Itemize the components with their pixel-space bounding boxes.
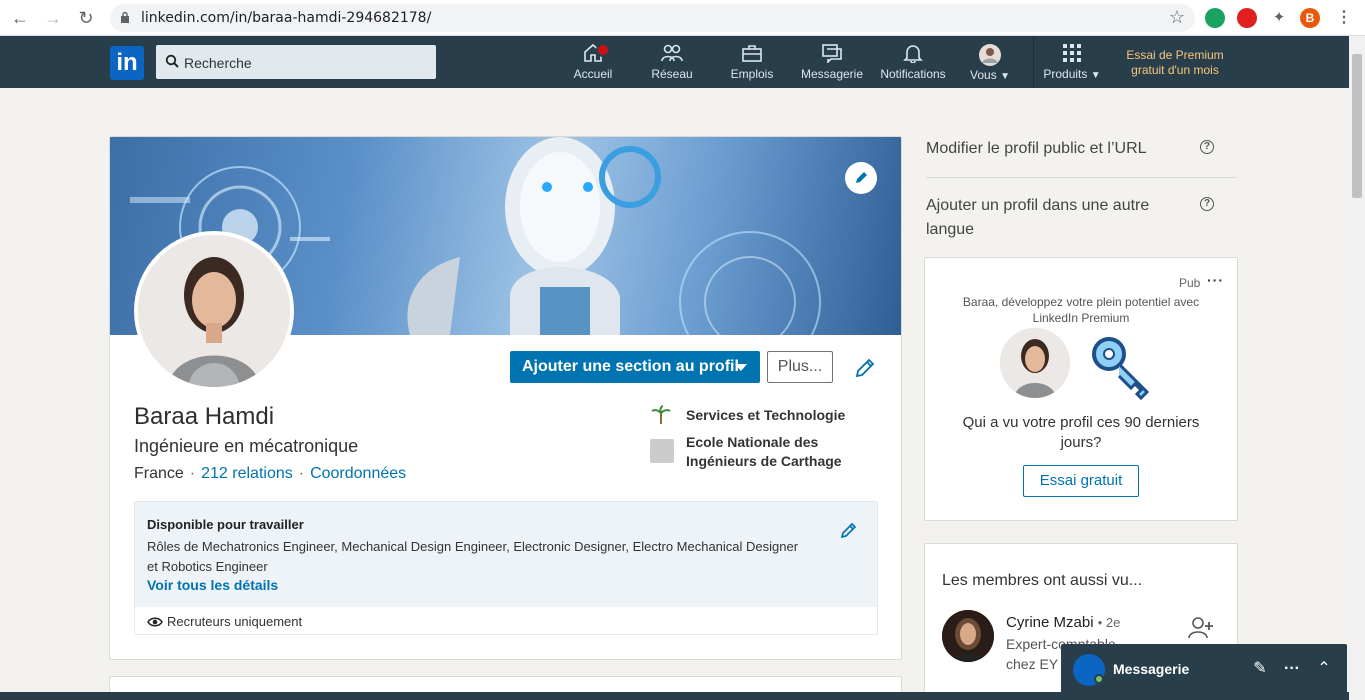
- school-name: Ecole Nationale des Ingénieurs de Cartha…: [686, 434, 842, 469]
- grid-icon: [1063, 44, 1081, 62]
- free-trial-button[interactable]: Essai gratuit: [1023, 465, 1139, 497]
- pencil-icon: [856, 172, 867, 183]
- chevron-up-icon[interactable]: ⌃: [1315, 660, 1333, 678]
- visibility-label: Recruteurs uniquement: [167, 614, 303, 629]
- extensions-puzzle-icon[interactable]: ✦: [1269, 8, 1289, 28]
- people-also-viewed-title: Les membres ont aussi vu...: [942, 572, 1143, 589]
- key-icon: [1092, 337, 1150, 400]
- bell-icon: [903, 45, 923, 63]
- nav-jobs[interactable]: Emplois: [727, 43, 777, 85]
- add-section-label: Ajouter une section au profil: [522, 358, 739, 375]
- edit-open-to-work-pencil-icon[interactable]: [839, 520, 859, 540]
- profile-photo-image: [138, 235, 290, 387]
- eye-icon: [147, 617, 163, 627]
- avatar-icon: [979, 44, 1001, 66]
- edit-public-profile-link[interactable]: Modifier le profil public et l’URL: [926, 137, 1147, 161]
- nav-notifications[interactable]: Notifications: [877, 43, 949, 85]
- nav-divider: [1033, 36, 1034, 88]
- edit-intro-pencil-icon[interactable]: [853, 356, 877, 380]
- profile-location: France: [134, 465, 184, 482]
- relations-link[interactable]: 212 relations: [201, 465, 293, 482]
- nav-notifications-label: Notifications: [880, 67, 946, 81]
- notification-badge: [596, 43, 610, 57]
- more-options-icon[interactable]: ···: [1207, 272, 1224, 288]
- edit-banner-button[interactable]: [845, 162, 877, 194]
- connection-degree: • 2e: [1097, 615, 1121, 630]
- open-to-work-header: Disponible pour travailler Rôles de Mech…: [135, 502, 877, 607]
- see-all-details-link[interactable]: Voir tous les détails: [147, 577, 278, 593]
- search-input[interactable]: Recherche: [156, 45, 436, 79]
- reload-icon[interactable]: ↻: [74, 6, 98, 30]
- nav-home-label: Accueil: [573, 67, 613, 81]
- nav-me[interactable]: Vous ▼: [964, 43, 1016, 85]
- visibility-row: Recruteurs uniquement: [147, 614, 302, 629]
- linkedin-logo[interactable]: in: [110, 46, 144, 80]
- nav-jobs-label: Emplois: [730, 67, 774, 81]
- ad-text: Baraa, développez votre plein potentiel …: [962, 295, 1200, 325]
- contact-info-link[interactable]: Coordonnées: [310, 465, 406, 482]
- extension-check-icon[interactable]: [1205, 8, 1225, 28]
- network-icon: [661, 44, 683, 62]
- nav-network-label: Réseau: [651, 67, 693, 81]
- company-name: Services et Technologie: [686, 407, 846, 423]
- nav-products[interactable]: Produits ▼: [1038, 43, 1106, 85]
- briefcase-icon: [742, 45, 762, 62]
- member-name-line[interactable]: Cyrine Mzabi • 2e: [1006, 614, 1120, 631]
- nav-network[interactable]: Réseau: [647, 43, 697, 85]
- premium-trial-link[interactable]: Essai de Premium gratuit d'un mois: [1122, 48, 1228, 78]
- add-section-button[interactable]: Ajouter une section au profil: [510, 351, 760, 383]
- help-icon[interactable]: ?: [1200, 140, 1214, 154]
- search-placeholder: Recherche: [184, 55, 252, 71]
- search-icon: [165, 54, 179, 68]
- member-name: Cyrine Mzabi: [1006, 614, 1094, 631]
- member-avatar[interactable]: [942, 610, 994, 662]
- forward-arrow-icon[interactable]: →: [41, 6, 65, 30]
- profile-headline: Ingénieure en mécatronique: [134, 436, 359, 456]
- nav-products-label: Produits ▼: [1043, 67, 1101, 81]
- back-arrow-icon[interactable]: ←: [8, 6, 32, 30]
- messaging-icon: [822, 44, 842, 63]
- school-logo-icon: [650, 439, 674, 463]
- open-to-work-description: Rôles de Mechatronics Engineer, Mechanic…: [147, 539, 799, 574]
- nav-messaging-label: Messagerie: [800, 67, 864, 81]
- nav-me-label: Vous ▼: [970, 68, 1010, 82]
- extension-shield-icon[interactable]: [1237, 8, 1257, 28]
- address-bar[interactable]: linkedin.com/in/baraa-hamdi-294682178/ ☆: [110, 4, 1195, 32]
- bookmark-star-icon[interactable]: ☆: [1169, 7, 1185, 28]
- compose-icon[interactable]: ✎: [1251, 660, 1269, 678]
- lock-icon: [121, 11, 129, 23]
- help-icon[interactable]: ?: [1200, 197, 1214, 211]
- palm-tree-logo-icon: [651, 405, 671, 424]
- rail-divider: [926, 177, 1237, 178]
- profile-photo[interactable]: [134, 231, 294, 391]
- ad-question: Qui a vu votre profil ces 90 derniers jo…: [962, 414, 1200, 451]
- linkedin-header: in Recherche Accueil Réseau Emplois Mess…: [0, 36, 1349, 88]
- online-status-dot: [1094, 674, 1104, 684]
- browser-menu-icon[interactable]: ⋮: [1334, 8, 1354, 28]
- nav-messaging[interactable]: Messagerie: [800, 43, 864, 85]
- profile-name: Baraa Hamdi: [134, 403, 275, 430]
- nav-home[interactable]: Accueil: [568, 43, 618, 85]
- browser-profile-avatar[interactable]: B: [1300, 8, 1320, 28]
- messaging-title: Messagerie: [1113, 661, 1190, 677]
- caret-down-icon: [735, 364, 747, 371]
- scrollbar-thumb[interactable]: [1352, 54, 1362, 198]
- taskbar-strip: [0, 692, 1349, 700]
- open-to-work-title: Disponible pour travailler: [147, 517, 304, 532]
- more-options-icon[interactable]: ···: [1283, 660, 1301, 678]
- profile-location-line: France · 212 relations · Coordonnées: [134, 465, 407, 482]
- ad-avatar: [1000, 328, 1070, 398]
- page-scrollbar[interactable]: [1349, 36, 1365, 700]
- ad-tag: Pub: [1179, 276, 1201, 290]
- url-text: linkedin.com/in/baraa-hamdi-294682178/: [141, 10, 432, 26]
- more-button[interactable]: Plus...: [767, 351, 833, 383]
- open-to-work-box: Disponible pour travailler Rôles de Mech…: [134, 501, 878, 635]
- add-language-profile-link[interactable]: Ajouter un profil dans une autre langue: [926, 194, 1186, 242]
- add-connection-icon[interactable]: [1188, 616, 1214, 640]
- premium-ad-card: Pub ··· Baraa, développez votre plein po…: [924, 257, 1238, 521]
- browser-toolbar: ← → ↻ linkedin.com/in/baraa-hamdi-294682…: [0, 0, 1365, 36]
- profile-card: Ajouter une section au profil Plus... Ba…: [109, 136, 902, 660]
